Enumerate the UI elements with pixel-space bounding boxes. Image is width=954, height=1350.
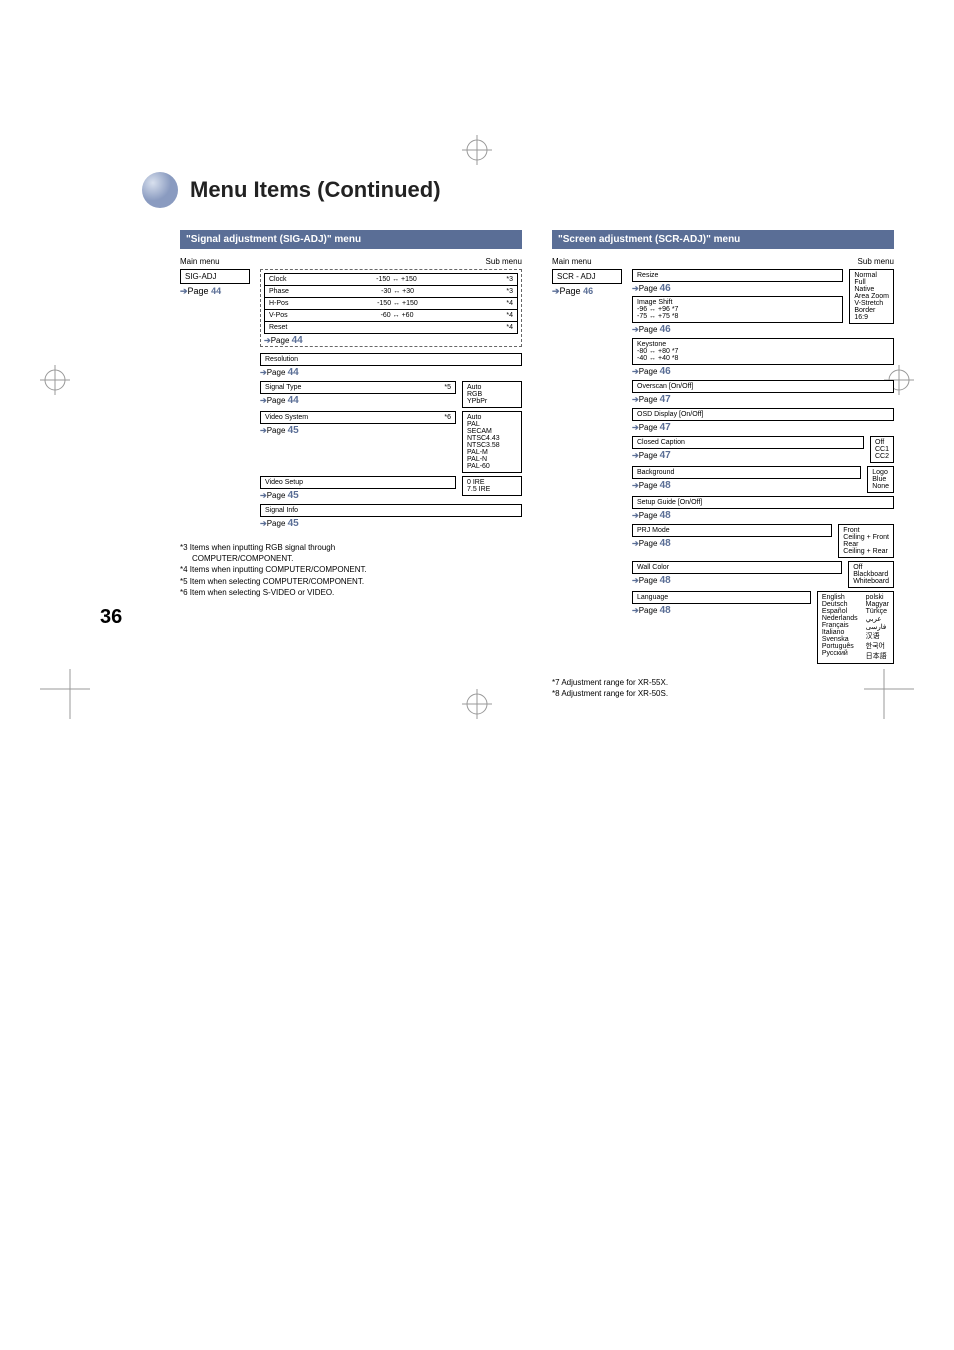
footnote-3a: *3 Items when inputting RGB signal throu… [180, 542, 522, 553]
prj-mode-label: PRJ Mode [637, 527, 670, 534]
overscan-label: Overscan [On/Off] [637, 383, 693, 390]
cc-label: Closed Caption [637, 439, 685, 446]
cc-opts: Off CC1 CC2 [870, 436, 894, 463]
crop-corner-br [864, 669, 914, 719]
footnote-6: *6 Item when selecting S-VIDEO or VIDEO. [180, 587, 522, 598]
scr-adj-main: SCR - ADJ [552, 269, 622, 284]
crop-corner-bl [40, 669, 90, 719]
wall-color-opts: Off Blackboard Whiteboard [848, 561, 894, 588]
prj-mode-opts: Front Ceiling + Front Rear Ceiling + Rea… [838, 524, 894, 558]
title-bullet-icon [140, 170, 180, 210]
video-setup-label: Video Setup [265, 479, 303, 486]
scr-sub-menu-label: Sub menu [858, 257, 894, 266]
crop-mark-left [40, 365, 70, 395]
background-label: Background [637, 469, 674, 476]
language-col2: polski Magyar Türkçe عربي فارسی 汉语 한국어 日… [866, 594, 889, 661]
vpos-label: V-Pos [269, 312, 288, 319]
signal-type-label: Signal Type [265, 384, 301, 391]
sig-adj-main: SIG-ADJ [180, 269, 250, 284]
page-number: 36 [100, 606, 122, 629]
phase-label: Phase [269, 288, 289, 295]
osd-label: OSD Display [On/Off] [637, 411, 703, 418]
footnote-3b: COMPUTER/COMPONENT. [192, 553, 522, 564]
wall-color-label: Wall Color [637, 564, 669, 571]
setup-guide-label: Setup Guide [On/Off] [637, 499, 702, 506]
reset-label: Reset [269, 324, 287, 331]
footnote-7: *7 Adjustment range for XR-55X. [552, 677, 894, 688]
resize-opts: Normal Full Native Area Zoom V-Stretch B… [849, 269, 894, 324]
keystone-label: Keystone [637, 341, 889, 348]
page-title: Menu Items (Continued) [190, 177, 441, 203]
footnote-5: *5 Item when selecting COMPUTER/COMPONEN… [180, 576, 522, 587]
resolution-box: Resolution [260, 353, 522, 366]
footnote-4: *4 Items when inputting COMPUTER/COMPONE… [180, 564, 522, 575]
resize-label: Resize [637, 272, 658, 279]
video-system-opts: Auto PAL SECAM NTSC4.43 NTSC3.58 PAL-M P… [462, 411, 522, 473]
footnote-8: *8 Adjustment range for XR-50S. [552, 688, 894, 699]
video-system-label: Video System [265, 414, 308, 421]
language-col1: English Deutsch Español Nederlands Franç… [822, 594, 858, 661]
scr-main-menu-label: Main menu [552, 257, 592, 266]
sig-adj-header: "Signal adjustment (SIG-ADJ)" menu [180, 230, 522, 249]
image-shift-label: Image Shift [637, 299, 838, 306]
clock-label: Clock [269, 276, 287, 283]
crop-mark-bottom [462, 689, 492, 719]
scr-adj-header: "Screen adjustment (SCR-ADJ)" menu [552, 230, 894, 249]
video-setup-opts: 0 IRE 7.5 IRE [462, 476, 522, 496]
sig-main-menu-label: Main menu [180, 257, 220, 266]
background-opts: Logo Blue None [867, 466, 894, 493]
hpos-label: H-Pos [269, 300, 288, 307]
signal-info-label: Signal Info [265, 507, 298, 514]
sig-sub-menu-label: Sub menu [486, 257, 522, 266]
crop-mark-top [462, 135, 492, 165]
language-label: Language [637, 594, 668, 601]
signal-type-opts: Auto RGB YPbPr [462, 381, 522, 408]
